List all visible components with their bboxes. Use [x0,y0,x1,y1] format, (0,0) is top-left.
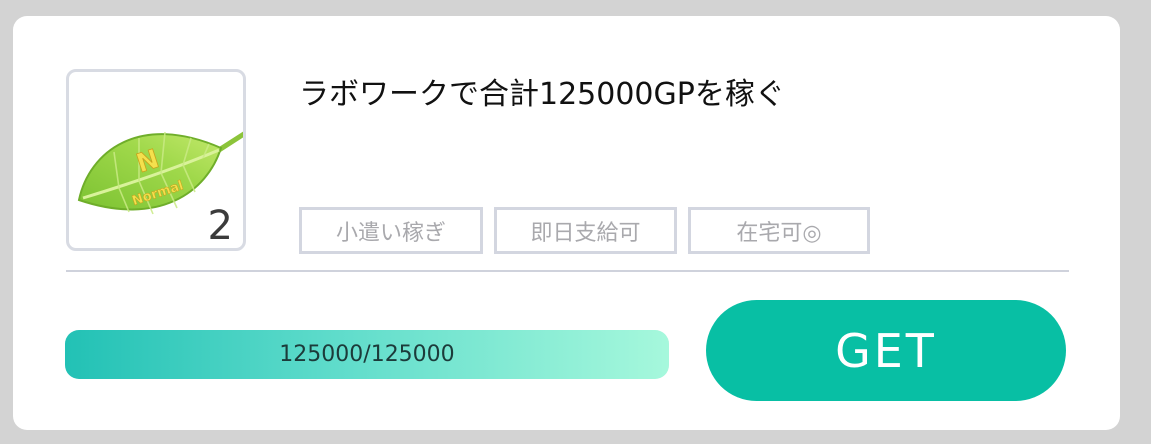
progress-bar: 125000/125000 [65,330,669,379]
tag-work-from-home: 在宅可◎ [688,207,870,254]
tag-same-day-payment: 即日支給可 [494,207,677,254]
divider [66,270,1069,272]
get-button[interactable]: GET [706,300,1066,401]
mission-level: 2 [207,203,233,249]
mission-title: ラボワークで合計125000GPを稼ぐ [299,77,785,112]
mission-card: N Normal 2 ラボワークで合計125000GPを稼ぐ 小遣い稼ぎ 即日支… [13,16,1120,430]
tag-pocket-money: 小遣い稼ぎ [299,207,483,254]
progress-label: 125000/125000 [279,342,455,367]
tag-list: 小遣い稼ぎ 即日支給可 在宅可◎ [299,207,870,254]
mission-thumbnail: N Normal 2 [66,69,246,251]
